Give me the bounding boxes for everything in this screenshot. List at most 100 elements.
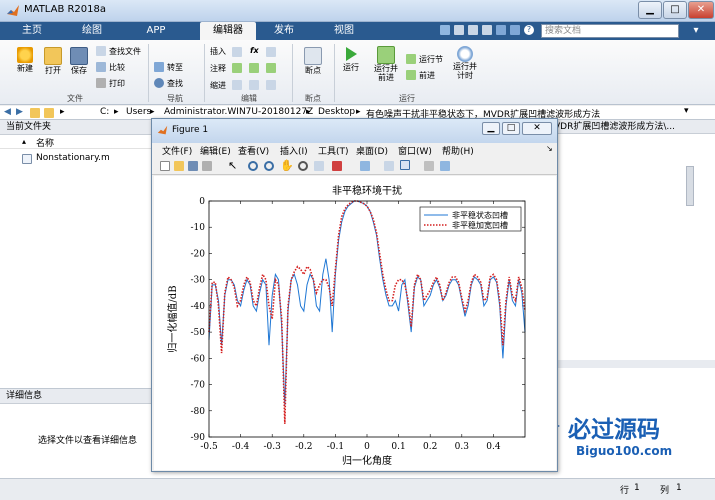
- path-segment-desktop[interactable]: Desktop: [318, 107, 355, 117]
- save-button[interactable]: 保存: [64, 47, 94, 76]
- paste-quick-icon[interactable]: [482, 25, 492, 35]
- insert-section-icon[interactable]: [232, 47, 242, 57]
- zoom-out-icon[interactable]: [264, 161, 274, 171]
- tab-apps[interactable]: APP: [136, 22, 176, 40]
- show-plot-tools-icon[interactable]: [440, 161, 450, 171]
- indent-button[interactable]: 缩进: [210, 80, 226, 91]
- watermark-url: Biguo100.com: [576, 444, 673, 458]
- x-tick-label: -0.5: [200, 442, 218, 452]
- run-section-icon: [406, 54, 416, 64]
- menu-insert[interactable]: 插入(I): [280, 144, 308, 157]
- figure-canvas[interactable]: 非平稳环境干扰 归一化角度 归一化幅值/dB -0.5 -0.4 -0.3 -0.2-…: [154, 176, 556, 470]
- pointer-icon[interactable]: ↖: [228, 159, 237, 172]
- menu-file[interactable]: 文件(F): [162, 144, 192, 157]
- chart-title: 非平稳环境干扰: [332, 184, 402, 197]
- zoom-in-icon[interactable]: [248, 161, 258, 171]
- menu-view[interactable]: 查看(V): [238, 144, 269, 157]
- tab-home[interactable]: 主页: [12, 22, 52, 40]
- details-message: 选择文件以查看详细信息: [38, 436, 138, 446]
- fx-button[interactable]: fx: [250, 46, 259, 55]
- menu-tools[interactable]: 工具(T): [318, 144, 349, 157]
- insert-button[interactable]: 插入: [210, 46, 226, 57]
- new-button[interactable]: 新建: [10, 47, 40, 74]
- increase-indent-icon[interactable]: [249, 80, 259, 90]
- figure-window[interactable]: Figure 1 ▁ □ ✕ 文件(F) 编辑(E) 查看(V) 插入(I) 工…: [151, 118, 558, 472]
- up-folder-icon[interactable]: [30, 108, 40, 118]
- x-tick-label: 0.2: [423, 442, 437, 452]
- path-segment-user[interactable]: Administrator.WIN7U-20180127Z: [164, 107, 313, 117]
- menu-help[interactable]: 帮助(H): [442, 144, 474, 157]
- smart-indent-icon[interactable]: [232, 80, 242, 90]
- x-tick-label: 0.1: [391, 442, 405, 452]
- decrease-indent-icon[interactable]: [266, 80, 276, 90]
- figure-close-button[interactable]: ✕: [522, 122, 552, 135]
- run-button[interactable]: 运行: [338, 46, 364, 73]
- comment-icon[interactable]: [232, 63, 242, 73]
- editor-scrollbar[interactable]: [686, 166, 694, 206]
- group-label-file: 文件: [67, 94, 83, 103]
- print-button[interactable]: 打印: [96, 78, 136, 89]
- path-segment-users[interactable]: Users: [126, 107, 151, 117]
- data-cursor-icon[interactable]: [314, 161, 324, 171]
- menu-edit[interactable]: 编辑(E): [200, 144, 231, 157]
- pan-hand-icon[interactable]: ✋: [280, 159, 294, 172]
- menu-overflow-icon[interactable]: ↘: [546, 144, 553, 153]
- breakpoints-button[interactable]: 断点: [298, 47, 328, 76]
- search-documentation-input[interactable]: 搜索文档: [541, 24, 679, 38]
- tab-view[interactable]: 视图: [324, 22, 364, 40]
- minimize-button[interactable]: ▁: [638, 1, 662, 19]
- link-plot-icon[interactable]: [360, 161, 370, 171]
- menu-window[interactable]: 窗口(W): [398, 144, 432, 157]
- save-quick-icon[interactable]: [440, 25, 450, 35]
- path-dropdown-icon[interactable]: ▾: [684, 106, 689, 116]
- run-and-advance-button[interactable]: 运行并 前进: [368, 46, 404, 82]
- redo-quick-icon[interactable]: [510, 25, 520, 35]
- col-value: 1: [676, 483, 682, 493]
- advance-button[interactable]: 前进: [406, 70, 446, 81]
- undo-quick-icon[interactable]: [496, 25, 506, 35]
- figure-maximize-button[interactable]: □: [502, 122, 520, 135]
- goto-button[interactable]: 转至: [154, 62, 198, 73]
- file-list-header[interactable]: ▴ 名称: [0, 135, 151, 149]
- y-tick-label: -50: [191, 328, 206, 338]
- x-tick-label: -0.3: [264, 442, 282, 452]
- comment-button[interactable]: 注释: [210, 63, 226, 74]
- save-figure-icon[interactable]: [188, 161, 198, 171]
- print-figure-icon[interactable]: [202, 161, 212, 171]
- colorbar-icon[interactable]: [384, 161, 394, 171]
- expand-ribbon-icon[interactable]: ▾: [682, 24, 710, 38]
- editor-path-label: VDR扩展凹槽滤波形成方法\...: [554, 122, 675, 132]
- tab-plots[interactable]: 绘图: [72, 22, 112, 40]
- tab-publish[interactable]: 发布: [264, 22, 304, 40]
- insert-function-icon[interactable]: [266, 47, 276, 57]
- column-name[interactable]: 名称: [36, 136, 54, 149]
- legend-icon[interactable]: [400, 160, 410, 170]
- menu-desktop[interactable]: 桌面(D): [356, 144, 388, 157]
- find-files-button[interactable]: 查找文件: [96, 46, 148, 57]
- cut-quick-icon[interactable]: [454, 25, 464, 35]
- find-button[interactable]: 查找: [154, 78, 198, 89]
- new-figure-icon[interactable]: [160, 161, 170, 171]
- back-icon[interactable]: ◀: [4, 107, 11, 117]
- close-button[interactable]: ✕: [688, 1, 714, 19]
- tab-editor[interactable]: 编辑器: [200, 22, 256, 40]
- figure-title: Figure 1: [172, 125, 209, 135]
- compare-button[interactable]: 比较: [96, 62, 136, 73]
- run-and-time-button[interactable]: 运行并 计时: [450, 46, 480, 80]
- brush-icon[interactable]: [332, 161, 342, 171]
- help-icon[interactable]: ?: [524, 25, 534, 35]
- hide-plot-tools-icon[interactable]: [424, 161, 434, 171]
- run-section-button[interactable]: 运行节: [406, 54, 450, 65]
- copy-quick-icon[interactable]: [468, 25, 478, 35]
- maximize-button[interactable]: □: [663, 1, 687, 19]
- figure-minimize-button[interactable]: ▁: [482, 122, 500, 135]
- wrap-comment-icon[interactable]: [266, 63, 276, 73]
- uncomment-icon[interactable]: [249, 63, 259, 73]
- browse-folder-icon[interactable]: [44, 108, 54, 118]
- open-file-icon[interactable]: [174, 161, 184, 171]
- forward-icon[interactable]: ▶: [16, 107, 23, 117]
- breakpoints-label: 断点: [305, 66, 321, 75]
- rotate-3d-icon[interactable]: [298, 161, 308, 171]
- path-segment-drive[interactable]: C:: [100, 107, 109, 117]
- list-item[interactable]: Nonstationary.m: [0, 152, 151, 166]
